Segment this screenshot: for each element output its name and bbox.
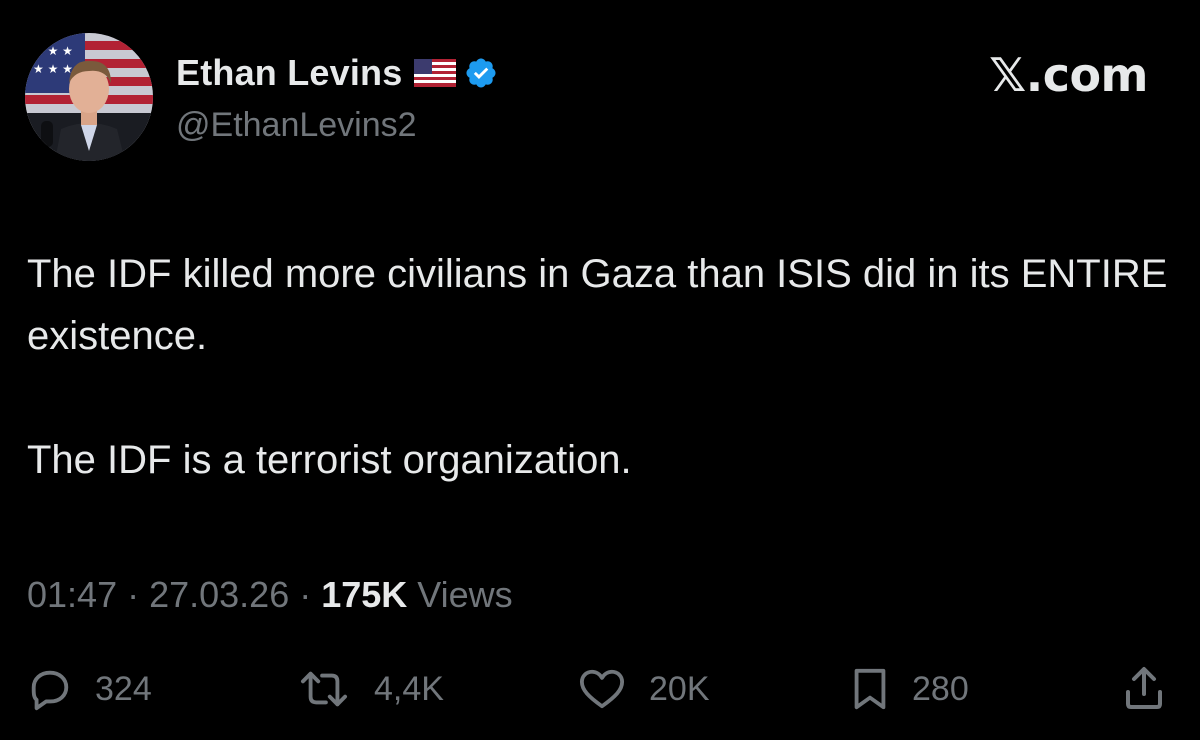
heart-icon <box>579 669 625 709</box>
reply-count: 324 <box>95 669 152 708</box>
action-bar: 324 4,4K 20K 280 <box>0 660 1200 720</box>
x-brand-logo: 𝕏.com <box>989 48 1148 102</box>
like-count: 20K <box>649 669 710 708</box>
author-display-name[interactable]: Ethan Levins <box>176 52 402 94</box>
like-button[interactable]: 20K <box>577 666 710 712</box>
tweet-paragraph: The IDF is a terrorist organization. <box>27 438 632 482</box>
reply-button[interactable]: 324 <box>27 666 152 712</box>
verified-badge-icon <box>464 56 498 90</box>
tweet-meta: 01:47 · 27.03.26 · 175K Views <box>27 574 513 616</box>
svg-text:★ ★ ★: ★ ★ ★ <box>33 44 73 58</box>
author-handle[interactable]: @EthanLevins2 <box>176 106 417 145</box>
repost-button[interactable]: 4,4K <box>296 666 444 712</box>
views-label: Views <box>407 574 513 615</box>
avatar[interactable]: ★ ★ ★ ★ ★ ★ <box>25 33 153 161</box>
tweet-date[interactable]: 27.03.26 <box>149 574 289 615</box>
bookmark-icon <box>854 668 886 710</box>
us-flag-icon <box>414 59 457 87</box>
repost-count: 4,4K <box>374 669 444 708</box>
author-name-row: Ethan Levins <box>176 50 498 96</box>
repost-icon <box>301 671 348 707</box>
bookmark-button[interactable]: 280 <box>850 666 969 712</box>
share-icon <box>1126 667 1162 709</box>
tweet-text: The IDF killed more civilians in Gaza th… <box>27 243 1177 491</box>
meta-separator: · <box>117 574 150 615</box>
views-count: 175K <box>321 574 408 615</box>
reply-icon <box>31 670 69 711</box>
avatar-image: ★ ★ ★ ★ ★ ★ <box>25 33 153 161</box>
tweet-paragraph: The IDF killed more civilians in Gaza th… <box>27 252 1168 358</box>
tweet-card: ★ ★ ★ ★ ★ ★ Ethan Levins @EthanLevins2 𝕏… <box>0 0 1200 740</box>
svg-text:★ ★ ★: ★ ★ ★ <box>33 62 73 76</box>
share-button[interactable] <box>1122 664 1166 712</box>
bookmark-count: 280 <box>912 669 969 708</box>
tweet-time[interactable]: 01:47 <box>27 574 117 615</box>
meta-separator: · <box>289 574 322 615</box>
